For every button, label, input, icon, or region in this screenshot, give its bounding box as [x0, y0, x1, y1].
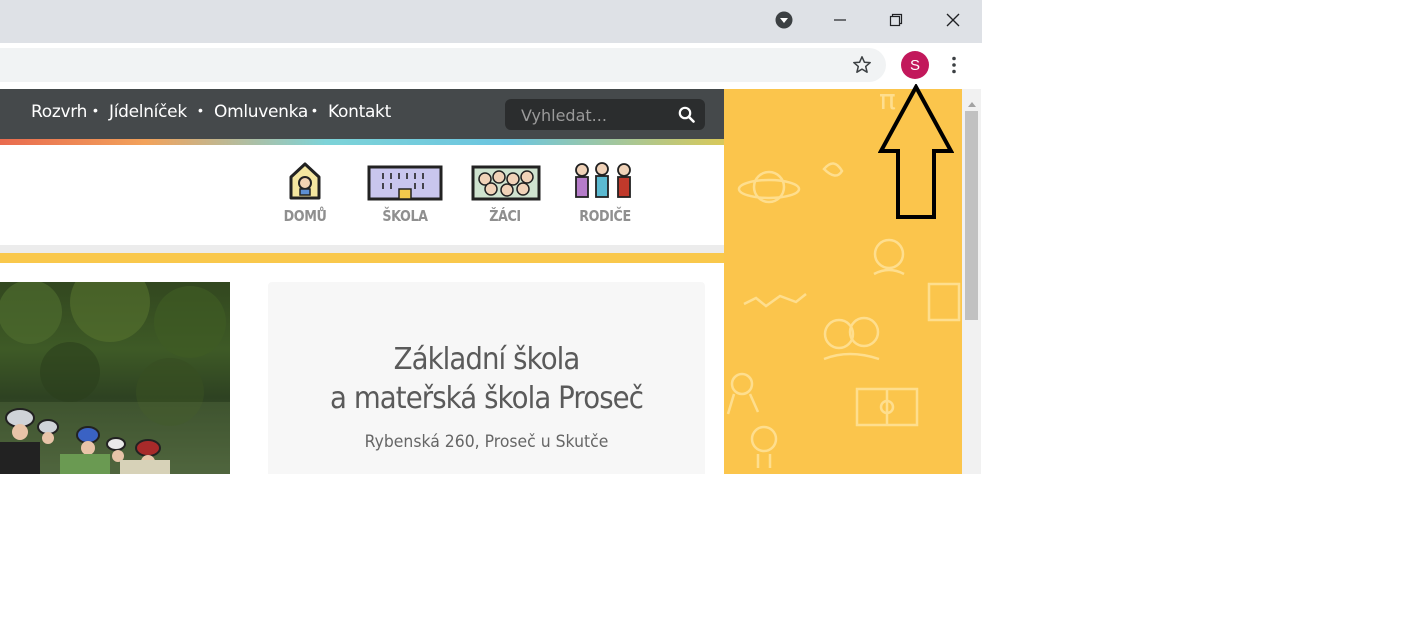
nav-link-kontakt[interactable]: Kontakt — [328, 102, 391, 122]
menu-label: DOMŮ — [283, 207, 327, 225]
browser-title-bar — [0, 0, 982, 43]
profile-avatar-button[interactable]: S — [901, 51, 929, 79]
search-input[interactable] — [519, 103, 673, 128]
nav-link-omluvenka[interactable]: Omluvenka — [214, 102, 308, 122]
yellow-divider — [0, 253, 724, 263]
menu-label: ŠKOLA — [382, 207, 428, 225]
parents-icon — [570, 161, 640, 201]
annotation-up-arrow-icon — [877, 82, 955, 220]
school-name-line2: a mateřská škola Proseč — [329, 381, 644, 416]
nav-separator: • — [93, 102, 98, 118]
nav-link-jidelnicek[interactable]: Jídelníček — [109, 102, 187, 122]
site-top-nav: Rozvrh • Jídelníček • Omluvenka • Kontak… — [0, 89, 724, 139]
more-vert-icon[interactable] — [946, 55, 962, 75]
pupils-icon — [471, 165, 541, 201]
school-info-card: Základní škola a mateřská škola Proseč R… — [268, 282, 705, 474]
menu-divider — [0, 245, 724, 253]
minimize-icon[interactable] — [812, 0, 868, 40]
site-search — [505, 99, 705, 130]
menu-item-skola[interactable]: ŠKOLA — [365, 161, 445, 225]
address-bar[interactable] — [0, 48, 886, 82]
school-building-icon — [367, 165, 443, 201]
nav-link-rozvrh[interactable]: Rozvrh — [31, 102, 87, 122]
page-viewport: Rozvrh • Jídelníček • Omluvenka • Kontak… — [0, 89, 962, 474]
tab-search-icon[interactable] — [756, 0, 812, 40]
menu-item-domu[interactable]: DOMŮ — [265, 161, 345, 225]
star-icon[interactable] — [852, 55, 872, 80]
scrollbar-thumb[interactable] — [965, 111, 978, 320]
page-scrollbar[interactable] — [962, 89, 981, 474]
nav-separator: • — [198, 102, 203, 118]
menu-label: ŽÁCI — [489, 207, 521, 225]
search-icon[interactable] — [678, 106, 695, 128]
cyclists-photo — [0, 282, 230, 474]
school-address: Rybenská 260, Proseč u Skutče — [364, 432, 609, 452]
restore-icon[interactable] — [868, 0, 924, 40]
profile-initial: S — [909, 56, 920, 74]
school-name: Základní škola a mateřská škola Proseč — [285, 340, 687, 418]
school-name-line1: Základní škola — [393, 342, 581, 377]
house-icon — [287, 161, 323, 201]
nav-separator: • — [312, 102, 317, 118]
menu-label: RODIČE — [579, 207, 631, 225]
menu-item-rodice[interactable]: RODIČE — [565, 161, 645, 225]
close-icon[interactable] — [925, 0, 981, 40]
menu-item-zaci[interactable]: ŽÁCI — [465, 161, 545, 225]
